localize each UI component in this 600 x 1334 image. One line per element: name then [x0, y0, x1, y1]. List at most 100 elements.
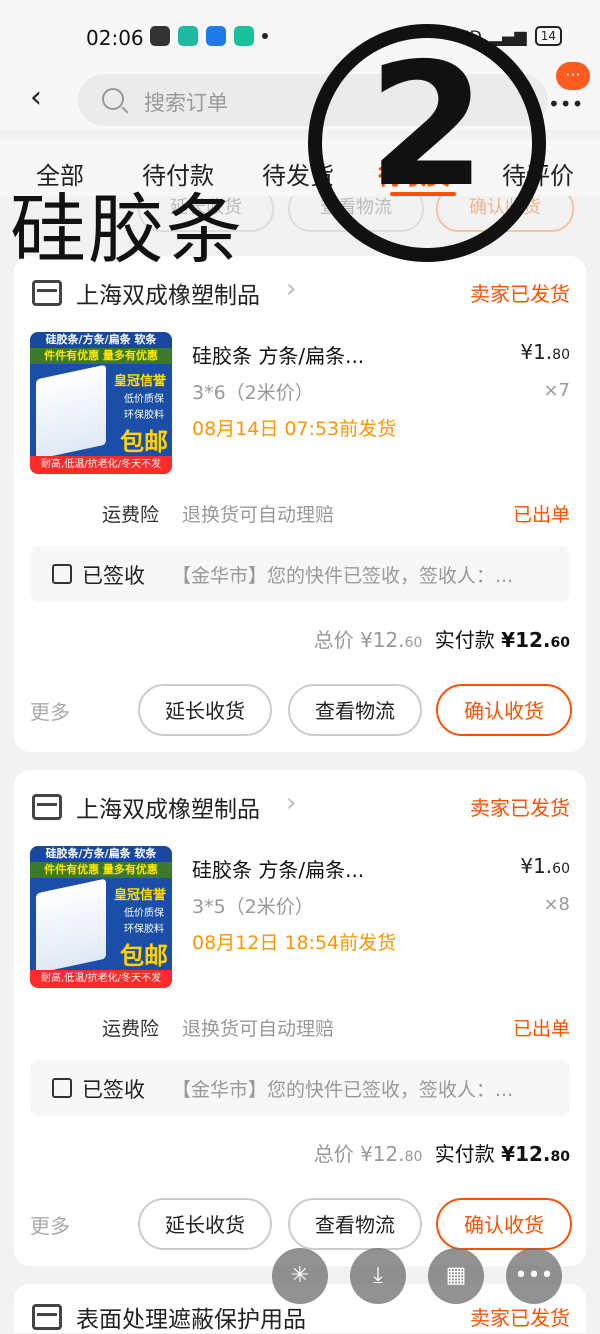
status-app-icons	[150, 26, 268, 46]
thumb-sub-band: 件件有优惠 量多有优惠	[30, 862, 172, 878]
shop-icon	[32, 280, 62, 306]
insurance-label: 运费险	[102, 1018, 160, 1040]
signal-icon: ▂▄▆	[489, 26, 527, 46]
total-int: ¥12.	[360, 628, 405, 652]
thumb-bottom-band: 耐高,低温/抗老化/冬天不发	[30, 456, 172, 474]
track-logistics-button[interactable]: 查看物流	[288, 684, 422, 736]
shop-name[interactable]: 上海双成橡塑制品	[76, 276, 260, 310]
order-status: 卖家已发货	[470, 796, 570, 820]
shop-icon	[32, 794, 62, 820]
search-icon	[102, 88, 124, 110]
insurance-status: 已出单	[512, 504, 570, 526]
more-menu-icon[interactable]: •••	[548, 92, 583, 116]
thumb-sub-band: 件件有优惠 量多有优惠	[30, 348, 172, 364]
back-arrow-icon[interactable]: ‹	[30, 83, 42, 113]
grid-icon[interactable]: ▦	[428, 1248, 484, 1304]
circled-number: 2	[308, 24, 546, 262]
item-title[interactable]: 硅胶条 方条/扁条...	[192, 854, 364, 883]
shop-icon	[32, 1304, 62, 1330]
product-thumbnail[interactable]: 硅胶条/方条/扁条 软条 件件有优惠 量多有优惠 皇冠信誉 低价质保 环保胶料 …	[30, 332, 172, 474]
item-quantity: ×8	[543, 894, 570, 915]
paw-icon	[150, 26, 170, 46]
more-icon[interactable]: •••	[506, 1248, 562, 1304]
floating-actions: ✳ ⤓ ▦ •••	[272, 1248, 562, 1304]
order-card: 上海双成橡塑制品 › 卖家已发货 硅胶条/方条/扁条 软条 件件有优惠 量多有优…	[14, 256, 586, 752]
app-teal-icon	[234, 26, 254, 46]
order-status: 卖家已发货	[470, 282, 570, 306]
logistics-text: 【金华市】您的快件已签收，签收人：...	[172, 1079, 514, 1101]
thumb-feature1: 低价质保	[124, 908, 164, 919]
total-label: 总价	[313, 628, 354, 652]
app-green-icon	[178, 26, 198, 46]
shop-name[interactable]: 表面处理遮蔽保护用品	[76, 1300, 306, 1334]
insurance-desc: 退换货可自动理赔	[182, 1018, 335, 1040]
item-ship-deadline: 08月12日 18:54前发货	[192, 932, 397, 954]
paid-dec: 60	[550, 635, 570, 651]
signed-icon	[52, 564, 72, 584]
thumb-feature1: 低价质保	[124, 394, 164, 405]
download-icon[interactable]: ⤓	[350, 1248, 406, 1304]
thumb-feature2: 环保胶料	[124, 410, 164, 421]
product-image	[36, 364, 106, 460]
total-dec: 60	[404, 635, 423, 651]
confirm-receipt-button[interactable]: 确认收货	[436, 1198, 572, 1250]
chevron-right-icon: ›	[286, 788, 297, 818]
logistics-label: 已签收	[82, 1078, 145, 1102]
more-link[interactable]: 更多	[30, 696, 70, 725]
price-int: ¥1.	[520, 340, 553, 364]
circled-number-text: 2	[367, 27, 487, 226]
paid-label: 实付款	[434, 1142, 495, 1166]
chevron-right-icon: ›	[286, 274, 297, 304]
thumb-crown: 皇冠信誉	[113, 374, 166, 389]
paid-int: ¥12.	[501, 1142, 551, 1166]
confirm-receipt-button[interactable]: 确认收货	[436, 684, 572, 736]
item-price: ¥1.60	[520, 854, 570, 878]
price-dec: 60	[552, 861, 570, 877]
app-blue-icon	[206, 26, 226, 46]
price-dec: 80	[552, 347, 570, 363]
item-spec: 3*6（2米价）	[192, 382, 314, 404]
more-link[interactable]: 更多	[30, 1210, 70, 1239]
overlay-title: 硅胶条	[10, 185, 244, 274]
search-placeholder: 搜索订单	[144, 91, 228, 115]
sparkle-icon[interactable]: ✳	[272, 1248, 328, 1304]
item-ship-deadline: 08月14日 07:53前发货	[192, 418, 397, 440]
logistics-text: 【金华市】您的快件已签收，签收人：...	[172, 565, 514, 587]
total-dec: 80	[404, 1149, 423, 1165]
product-image	[36, 878, 106, 974]
item-spec: 3*5（2米价）	[192, 896, 314, 918]
order-total: 总价 ¥12.60 实付款 ¥12.60	[314, 624, 570, 653]
order-total: 总价 ¥12.80 实付款 ¥12.80	[314, 1138, 570, 1167]
paid-dec: 80	[550, 1149, 570, 1165]
thumb-crown: 皇冠信誉	[113, 888, 166, 903]
total-label: 总价	[313, 1142, 354, 1166]
track-logistics-button[interactable]: 查看物流	[288, 1198, 422, 1250]
status-time: 02:06	[86, 26, 144, 50]
thumb-free-ship: 包邮	[120, 428, 168, 456]
price-int: ¥1.	[520, 854, 553, 878]
logistics-row[interactable]: 已签收 【金华市】您的快件已签收，签收人：...	[30, 546, 570, 602]
item-price: ¥1.80	[520, 340, 570, 364]
shop-name[interactable]: 上海双成橡塑制品	[76, 790, 260, 824]
thumb-feature2: 环保胶料	[124, 924, 164, 935]
logistics-label: 已签收	[82, 564, 145, 588]
insurance-desc: 退换货可自动理赔	[182, 504, 335, 526]
thumb-top-band: 硅胶条/方条/扁条 软条	[30, 332, 172, 348]
thumb-bottom-band: 耐高,低温/抗老化/冬天不发	[30, 970, 172, 988]
battery-icon: 14	[534, 26, 562, 46]
signed-icon	[52, 1078, 72, 1098]
thumb-top-band: 硅胶条/方条/扁条 软条	[30, 846, 172, 862]
order-status: 卖家已发货	[470, 1306, 570, 1330]
dot-icon	[262, 33, 268, 39]
extend-receipt-button[interactable]: 延长收货	[138, 1198, 272, 1250]
insurance-status: 已出单	[512, 1018, 570, 1040]
item-title[interactable]: 硅胶条 方条/扁条...	[192, 340, 364, 369]
order-card: 上海双成橡塑制品 › 卖家已发货 硅胶条/方条/扁条 软条 件件有优惠 量多有优…	[14, 770, 586, 1266]
product-thumbnail[interactable]: 硅胶条/方条/扁条 软条 件件有优惠 量多有优惠 皇冠信誉 低价质保 环保胶料 …	[30, 846, 172, 988]
logistics-row[interactable]: 已签收 【金华市】您的快件已签收，签收人：...	[30, 1060, 570, 1116]
thumb-free-ship: 包邮	[120, 942, 168, 970]
paid-label: 实付款	[434, 628, 495, 652]
total-int: ¥12.	[360, 1142, 405, 1166]
message-badge[interactable]: ···	[556, 62, 590, 90]
extend-receipt-button[interactable]: 延长收货	[138, 684, 272, 736]
